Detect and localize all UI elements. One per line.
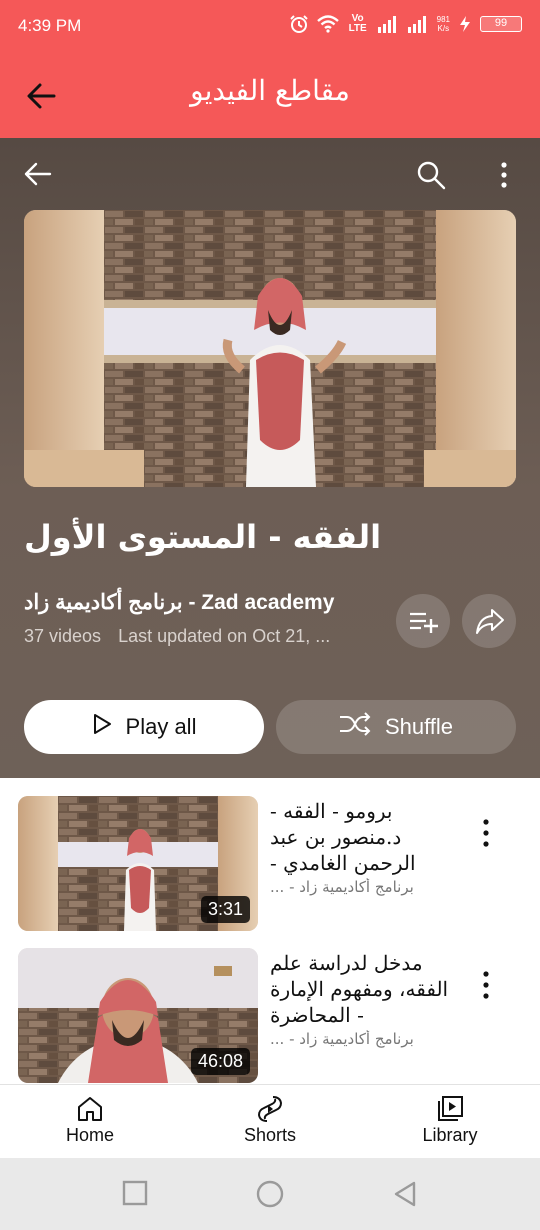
video-thumbnail[interactable]: 46:08 — [18, 948, 258, 1083]
search-icon[interactable] — [416, 160, 446, 194]
home-icon — [30, 1095, 150, 1123]
back-triangle-icon[interactable] — [392, 1180, 418, 1212]
video-title[interactable]: مدخل لدراسة علم الفقه، ومفهوم الإمارة - … — [270, 950, 460, 1028]
shuffle-button[interactable]: Shuffle — [276, 700, 516, 754]
playlist-meta: 37 videos Last updated on Oct 21, ... — [24, 626, 330, 647]
video-duration: 3:31 — [200, 896, 250, 923]
network-speed: 981 K/s — [437, 15, 450, 33]
last-updated: Last updated on Oct 21, ... — [118, 626, 331, 646]
wifi-icon — [316, 15, 339, 33]
play-all-label: Play all — [125, 714, 197, 739]
nav-library[interactable]: Library — [390, 1095, 510, 1146]
playlist-thumbnail[interactable] — [24, 210, 516, 487]
home-circle-icon[interactable] — [256, 1180, 284, 1212]
page-title: مقاطع الفيديو — [190, 74, 350, 107]
app-bar: مقاطع الفيديو — [0, 56, 540, 138]
play-icon — [92, 713, 112, 741]
video-channel: برنامج أكاديمية زاد - ... — [270, 1030, 414, 1048]
share-button[interactable] — [462, 594, 516, 648]
shuffle-label: Shuffle — [384, 714, 454, 739]
playlist-title: الفقه - المستوى الأول — [24, 518, 382, 556]
charging-icon — [458, 15, 472, 33]
list-item[interactable]: 46:08 مدخل لدراسة علم الفقه، ومفهوم الإم… — [0, 948, 540, 1088]
volte-icon: Vo LTE — [348, 13, 367, 34]
nav-shorts[interactable]: Shorts — [210, 1095, 330, 1146]
channel-name[interactable]: برنامج أكاديمية زاد - Zad academy — [24, 590, 334, 615]
nav-home[interactable]: Home — [30, 1095, 150, 1146]
status-icons: Vo LTE 981 K/s 99 — [289, 14, 522, 34]
video-channel: برنامج أكاديمية زاد - ... — [270, 878, 414, 896]
library-icon — [390, 1095, 510, 1123]
video-thumbnail[interactable]: 3:31 — [18, 796, 258, 931]
video-title[interactable]: برومو - الفقه - د.منصور بن عبد الرحمن ال… — [270, 798, 460, 876]
nav-shorts-label: Shorts — [243, 1125, 297, 1145]
system-navigation-bar — [0, 1158, 540, 1230]
nav-library-label: Library — [422, 1125, 478, 1145]
bottom-navigation: Home Shorts Library — [0, 1084, 540, 1158]
video-count: 37 videos — [24, 626, 102, 646]
signal-icon — [407, 15, 429, 33]
more-vertical-icon[interactable] — [476, 968, 496, 1002]
status-bar: 4:39 PM Vo LTE 981 K/s 99 — [0, 0, 540, 56]
battery-icon: 99 — [480, 16, 522, 32]
list-item[interactable]: 3:31 برومو - الفقه - د.منصور بن عبد الرح… — [0, 796, 540, 936]
shuffle-icon — [339, 711, 371, 743]
network-speed-value: 981 — [436, 15, 450, 24]
more-vertical-icon[interactable] — [494, 160, 514, 194]
video-duration: 46:08 — [190, 1048, 250, 1075]
arrow-left-icon[interactable] — [22, 160, 52, 192]
status-time: 4:39 PM — [18, 16, 82, 35]
recents-icon[interactable] — [122, 1180, 148, 1210]
network-speed-unit: K/s — [437, 24, 450, 33]
alarm-icon — [289, 14, 309, 34]
save-playlist-button[interactable] — [396, 594, 450, 648]
nav-home-label: Home — [65, 1125, 114, 1145]
play-all-button[interactable]: Play all — [24, 700, 264, 754]
playlist-header: الفقه - المستوى الأول برنامج أكاديمية زا… — [0, 138, 540, 778]
shorts-icon — [210, 1095, 330, 1123]
more-vertical-icon[interactable] — [476, 816, 496, 850]
signal-icon — [377, 15, 399, 33]
